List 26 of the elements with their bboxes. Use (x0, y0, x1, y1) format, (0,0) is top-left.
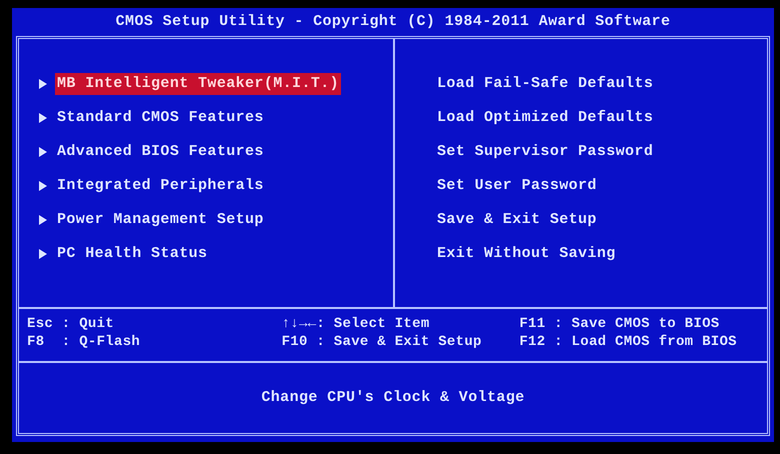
menu-item[interactable]: MB Intelligent Tweaker(M.I.T.) (55, 72, 342, 96)
triangle-icon (39, 215, 47, 225)
menu-item[interactable]: Load Optimized Defaults (435, 106, 656, 130)
triangle-icon (39, 147, 47, 157)
menu-item[interactable]: Set User Password (435, 174, 599, 198)
menu-item[interactable]: Advanced BIOS Features (55, 140, 266, 164)
help-text: Change CPU's Clock & Voltage (261, 388, 525, 408)
menu-item[interactable]: Power Management Setup (55, 208, 266, 232)
triangle-icon (39, 249, 47, 259)
window-title: CMOS Setup Utility - Copyright (C) 1984-2011 Award Software (116, 12, 670, 32)
key-hint: F11 : Save CMOS to BIOS (519, 315, 720, 333)
key-hint: F12 : Load CMOS from BIOS (519, 333, 738, 351)
menu-item[interactable]: Load Fail-Safe Defaults (435, 72, 656, 96)
menu-item[interactable]: PC Health Status (55, 242, 210, 266)
triangle-icon (39, 79, 47, 89)
menu-item[interactable]: Save & Exit Setup (435, 208, 599, 232)
menu-item[interactable]: Integrated Peripherals (55, 174, 266, 198)
triangle-icon (39, 113, 47, 123)
key-hint: ↑↓→←: Select Item (282, 315, 431, 333)
key-hint: F8 : Q-Flash (27, 333, 142, 351)
key-hint: F10 : Save & Exit Setup (282, 333, 483, 351)
menu-item[interactable]: Exit Without Saving (435, 242, 618, 266)
key-hint: Esc : Quit (27, 315, 116, 333)
menu-item[interactable]: Standard CMOS Features (55, 106, 266, 130)
menu-item[interactable]: Set Supervisor Password (435, 140, 656, 164)
triangle-icon (39, 181, 47, 191)
